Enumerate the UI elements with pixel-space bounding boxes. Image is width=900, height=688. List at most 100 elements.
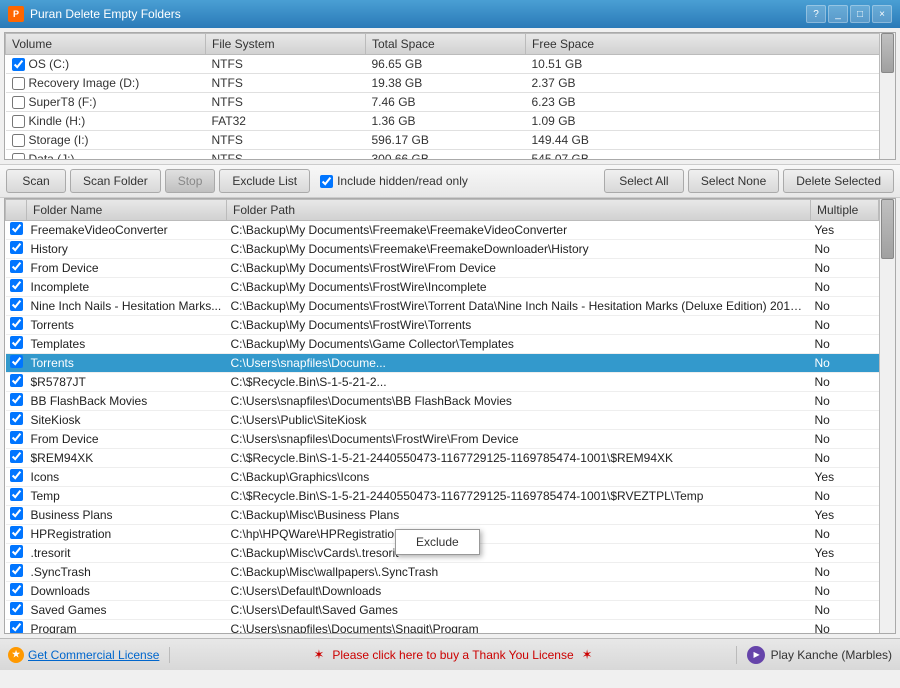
volume-checkbox[interactable] — [12, 77, 25, 90]
folder-checkbox[interactable] — [10, 336, 23, 349]
folder-multiple-cell: No — [811, 354, 879, 373]
volume-scrollbar-thumb[interactable] — [881, 33, 894, 73]
folder-path-cell: C:\Backup\Misc\wallpapers\.SyncTrash — [227, 563, 811, 582]
volume-row[interactable]: Kindle (H:) FAT32 1.36 GB 1.09 GB — [6, 112, 895, 131]
folder-name-cell: Torrents — [27, 354, 227, 373]
folder-checkbox[interactable] — [10, 317, 23, 330]
folder-scrollbar-thumb[interactable] — [881, 199, 894, 259]
folder-checkbox[interactable] — [10, 374, 23, 387]
folder-path-col-header: Folder Path — [227, 200, 811, 221]
folder-row[interactable]: .SyncTrash C:\Backup\Misc\wallpapers\.Sy… — [6, 563, 879, 582]
folder-row[interactable]: Nine Inch Nails - Hesitation Marks... C:… — [6, 297, 879, 316]
folder-row[interactable]: $R5787JT C:\$Recycle.Bin\S-1-5-21-2... N… — [6, 373, 879, 392]
scan-button[interactable]: Scan — [6, 169, 66, 193]
delete-selected-button[interactable]: Delete Selected — [783, 169, 894, 193]
include-hidden-checkbox-label[interactable]: Include hidden/read only — [314, 174, 474, 188]
folder-checkbox[interactable] — [10, 298, 23, 311]
folder-path-cell: C:\Backup\My Documents\Freemake\Freemake… — [227, 221, 811, 240]
folder-checkbox[interactable] — [10, 279, 23, 292]
scan-folder-button[interactable]: Scan Folder — [70, 169, 161, 193]
folder-checkbox[interactable] — [10, 545, 23, 558]
folder-name-cell: SiteKiosk — [27, 411, 227, 430]
volume-row[interactable]: Recovery Image (D:) NTFS 19.38 GB 2.37 G… — [6, 74, 895, 93]
folder-checkbox[interactable] — [10, 526, 23, 539]
context-menu-exclude[interactable]: Exclude — [396, 530, 479, 554]
volume-checkbox[interactable] — [12, 58, 25, 71]
commercial-license-label[interactable]: Get Commercial License — [28, 648, 159, 662]
volume-checkbox[interactable] — [12, 153, 25, 161]
folder-name-cell: Incomplete — [27, 278, 227, 297]
thankyou-label[interactable]: Please click here to buy a Thank You Lic… — [332, 648, 573, 662]
folder-checkbox[interactable] — [10, 507, 23, 520]
folder-row[interactable]: FreemakeVideoConverter C:\Backup\My Docu… — [6, 221, 879, 240]
folder-row[interactable]: History C:\Backup\My Documents\Freemake\… — [6, 240, 879, 259]
folder-path-cell: C:\Users\snapfiles\Docume... — [227, 354, 811, 373]
volume-name: OS (C:) — [29, 57, 70, 71]
select-all-button[interactable]: Select All — [604, 169, 684, 193]
folder-checkbox[interactable] — [10, 469, 23, 482]
folder-path-cell: C:\Users\Public\SiteKiosk — [227, 411, 811, 430]
close-button[interactable]: × — [872, 5, 892, 23]
folder-checkbox[interactable] — [10, 393, 23, 406]
folder-checkbox[interactable] — [10, 583, 23, 596]
folder-path-cell: C:\$Recycle.Bin\S-1-5-21-2440550473-1167… — [227, 487, 811, 506]
folder-checkbox[interactable] — [10, 488, 23, 501]
volume-row[interactable]: Data (J:) NTFS 300.66 GB 545.07 GB — [6, 150, 895, 161]
play-label[interactable]: Play Kanche (Marbles) — [771, 648, 892, 662]
volume-checkbox[interactable] — [12, 134, 25, 147]
folder-row[interactable]: Business Plans C:\Backup\Misc\Business P… — [6, 506, 879, 525]
help-button[interactable]: ? — [806, 5, 826, 23]
volume-row[interactable]: Storage (I:) NTFS 596.17 GB 149.44 GB — [6, 131, 895, 150]
thankyou-area[interactable]: ✶ Please click here to buy a Thank You L… — [170, 647, 735, 663]
folder-row[interactable]: Torrents C:\Users\snapfiles\Docume... No — [6, 354, 879, 373]
folder-checkbox[interactable] — [10, 621, 23, 633]
folder-row[interactable]: Torrents C:\Backup\My Documents\FrostWir… — [6, 316, 879, 335]
folder-row[interactable]: Saved Games C:\Users\Default\Saved Games… — [6, 601, 879, 620]
volume-table: Volume File System Total Space Free Spac… — [5, 33, 895, 160]
folder-checkbox[interactable] — [10, 412, 23, 425]
folder-row[interactable]: SiteKiosk C:\Users\Public\SiteKiosk No — [6, 411, 879, 430]
folder-scrollbar[interactable] — [879, 199, 895, 633]
folder-multiple-cell: No — [811, 240, 879, 259]
volume-scrollbar[interactable] — [879, 33, 895, 159]
exclude-list-button[interactable]: Exclude List — [219, 169, 310, 193]
folder-checkbox[interactable] — [10, 355, 23, 368]
volume-total: 596.17 GB — [366, 131, 526, 150]
volume-checkbox[interactable] — [12, 115, 25, 128]
folder-multiple-cell: No — [811, 620, 879, 634]
folder-checkbox[interactable] — [10, 564, 23, 577]
folder-row[interactable]: $REM94XK C:\$Recycle.Bin\S-1-5-21-244055… — [6, 449, 879, 468]
folder-checkbox[interactable] — [10, 260, 23, 273]
commercial-icon: ★ — [8, 647, 24, 663]
folder-row[interactable]: BB FlashBack Movies C:\Users\snapfiles\D… — [6, 392, 879, 411]
folder-row[interactable]: Icons C:\Backup\Graphics\Icons Yes — [6, 468, 879, 487]
folder-checkbox[interactable] — [10, 602, 23, 615]
folder-checkbox[interactable] — [10, 450, 23, 463]
folder-multiple-cell: No — [811, 259, 879, 278]
volume-total: 7.46 GB — [366, 93, 526, 112]
folder-row[interactable]: Temp C:\$Recycle.Bin\S-1-5-21-2440550473… — [6, 487, 879, 506]
folder-checkbox[interactable] — [10, 241, 23, 254]
commercial-license-area[interactable]: ★ Get Commercial License — [8, 647, 170, 663]
volume-checkbox[interactable] — [12, 96, 25, 109]
volume-fs: NTFS — [206, 74, 366, 93]
folder-checkbox[interactable] — [10, 222, 23, 235]
folder-multiple-cell: Yes — [811, 468, 879, 487]
folder-row[interactable]: From Device C:\Users\snapfiles\Documents… — [6, 430, 879, 449]
title-bar-controls: ? _ □ × — [806, 5, 892, 23]
volume-row[interactable]: SuperT8 (F:) NTFS 7.46 GB 6.23 GB — [6, 93, 895, 112]
folder-checkbox[interactable] — [10, 431, 23, 444]
volume-row[interactable]: OS (C:) NTFS 96.65 GB 10.51 GB — [6, 55, 895, 74]
folder-row[interactable]: From Device C:\Backup\My Documents\Frost… — [6, 259, 879, 278]
folder-row[interactable]: Downloads C:\Users\Default\Downloads No — [6, 582, 879, 601]
stop-button[interactable]: Stop — [165, 169, 216, 193]
folder-row[interactable]: Templates C:\Backup\My Documents\Game Co… — [6, 335, 879, 354]
folder-row[interactable]: Program C:\Users\snapfiles\Documents\Sna… — [6, 620, 879, 634]
play-area[interactable]: Play Kanche (Marbles) — [736, 646, 892, 664]
folder-row[interactable]: Incomplete C:\Backup\My Documents\FrostW… — [6, 278, 879, 297]
select-none-button[interactable]: Select None — [688, 169, 779, 193]
maximize-button[interactable]: □ — [850, 5, 870, 23]
include-hidden-checkbox[interactable] — [320, 175, 333, 188]
minimize-button[interactable]: _ — [828, 5, 848, 23]
volume-fs: NTFS — [206, 93, 366, 112]
